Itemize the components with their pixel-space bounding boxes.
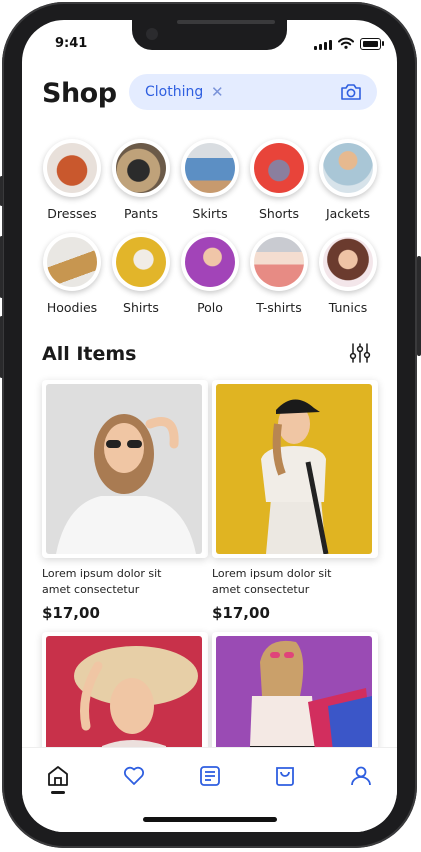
- category-image: [319, 139, 377, 197]
- product-title: Lorem ipsum dolor sit amet consectetur: [212, 567, 332, 596]
- category-pants[interactable]: Pants: [106, 139, 176, 221]
- power-button: [417, 256, 421, 356]
- category-label: Polo: [197, 300, 223, 315]
- volume-down-button: [0, 316, 3, 378]
- category-shorts[interactable]: Shorts: [244, 139, 314, 221]
- bag-icon[interactable]: [273, 764, 297, 788]
- status-time: 9:41: [55, 36, 88, 51]
- notch: [132, 20, 287, 50]
- orders-icon[interactable]: [198, 764, 222, 788]
- category-image: [250, 139, 308, 197]
- category-label: Skirts: [192, 206, 228, 221]
- product-image: [46, 384, 202, 554]
- product-image: [216, 384, 372, 554]
- category-image: [43, 139, 101, 197]
- mute-switch: [0, 176, 3, 206]
- status-icons: [314, 37, 384, 50]
- category-image: [181, 233, 239, 291]
- screen: 9:41 Shop Clothing ✕ Dresses Pants Skirt…: [22, 20, 397, 832]
- category-label: Dresses: [47, 206, 97, 221]
- sliders-icon[interactable]: [349, 342, 371, 364]
- close-icon[interactable]: ✕: [211, 83, 224, 101]
- category-skirts[interactable]: Skirts: [175, 139, 245, 221]
- category-label: Shirts: [123, 300, 159, 315]
- category-shirts[interactable]: Shirts: [106, 233, 176, 315]
- product-card[interactable]: [212, 380, 378, 558]
- category-jackets[interactable]: Jackets: [313, 139, 383, 221]
- page-title: Shop: [42, 78, 117, 109]
- section-title: All Items: [42, 343, 137, 365]
- search-bar[interactable]: Clothing ✕: [129, 74, 377, 110]
- home-indicator: [143, 817, 277, 822]
- category-image: [112, 233, 170, 291]
- category-tunics[interactable]: Tunics: [313, 233, 383, 315]
- battery-icon: [360, 38, 381, 50]
- camera-icon[interactable]: [340, 83, 362, 101]
- category-image: [319, 233, 377, 291]
- category-image: [250, 233, 308, 291]
- category-dresses[interactable]: Dresses: [37, 139, 107, 221]
- category-t-shirts[interactable]: T-shirts: [244, 233, 314, 315]
- category-image: [43, 233, 101, 291]
- category-image: [181, 139, 239, 197]
- category-hoodies[interactable]: Hoodies: [37, 233, 107, 315]
- category-label: Tunics: [328, 300, 368, 315]
- category-label: Jackets: [325, 206, 371, 221]
- category-label: Hoodies: [46, 300, 98, 315]
- category-polo[interactable]: Polo: [175, 233, 245, 315]
- product-card[interactable]: [42, 380, 208, 558]
- search-chip-label: Clothing: [145, 84, 204, 100]
- speaker: [177, 20, 275, 24]
- volume-up-button: [0, 236, 3, 298]
- product-price: $17,00: [42, 604, 100, 622]
- category-label: T-shirts: [256, 300, 302, 315]
- home-icon[interactable]: [46, 764, 70, 788]
- product-title: Lorem ipsum dolor sit amet consectetur: [42, 567, 162, 596]
- front-camera: [146, 28, 158, 40]
- active-tab-indicator: [51, 791, 65, 794]
- wifi-icon: [338, 37, 354, 49]
- category-image: [112, 139, 170, 197]
- heart-icon[interactable]: [122, 764, 146, 788]
- battery-tip: [382, 41, 384, 46]
- product-price: $17,00: [212, 604, 270, 622]
- profile-icon[interactable]: [349, 764, 373, 788]
- category-label: Pants: [124, 206, 158, 221]
- category-label: Shorts: [258, 206, 300, 221]
